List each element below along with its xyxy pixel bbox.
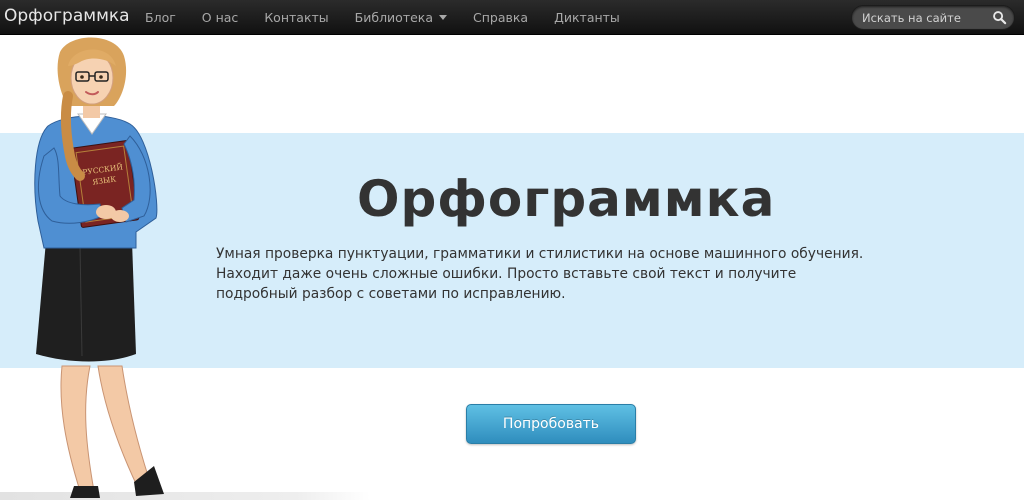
hero-title: Орфограммка xyxy=(357,170,776,228)
nav-item-label: Библиотека xyxy=(354,10,434,25)
nav-item-label: О нас xyxy=(201,10,239,25)
nav-item-dictations[interactable]: Диктанты xyxy=(541,0,633,35)
nav-item-label: Справка xyxy=(473,10,529,25)
nav-item-help[interactable]: Справка xyxy=(460,0,541,35)
nav-item-about[interactable]: О нас xyxy=(189,0,252,35)
nav-item-library-dropdown[interactable]: Библиотека xyxy=(342,0,460,35)
top-navbar: Орфограммка Блог О нас Контакты Библиоте… xyxy=(0,0,1024,35)
nav-item-label: Диктанты xyxy=(554,10,620,25)
search-icon[interactable] xyxy=(992,10,1007,25)
nav-item-label: Контакты xyxy=(264,10,329,25)
nav-menu: Блог О нас Контакты Библиотека Справка Д… xyxy=(132,0,633,35)
search-input[interactable] xyxy=(862,9,987,26)
try-button[interactable]: Попробовать xyxy=(466,404,636,444)
search-box xyxy=(851,5,1015,30)
nav-item-contacts[interactable]: Контакты xyxy=(251,0,341,35)
nav-item-blog[interactable]: Блог xyxy=(132,0,189,35)
teacher-illustration: РУССКИЙ ЯЗЫК xyxy=(34,37,164,498)
page: Орфограммка Блог О нас Контакты Библиоте… xyxy=(0,0,1024,500)
nav-item-label: Блог xyxy=(145,10,176,25)
hero-description: Умная проверка пунктуации, грамматики и … xyxy=(216,246,864,302)
caret-down-icon xyxy=(439,15,448,20)
brand-logo-link[interactable]: Орфограммка xyxy=(4,5,130,27)
